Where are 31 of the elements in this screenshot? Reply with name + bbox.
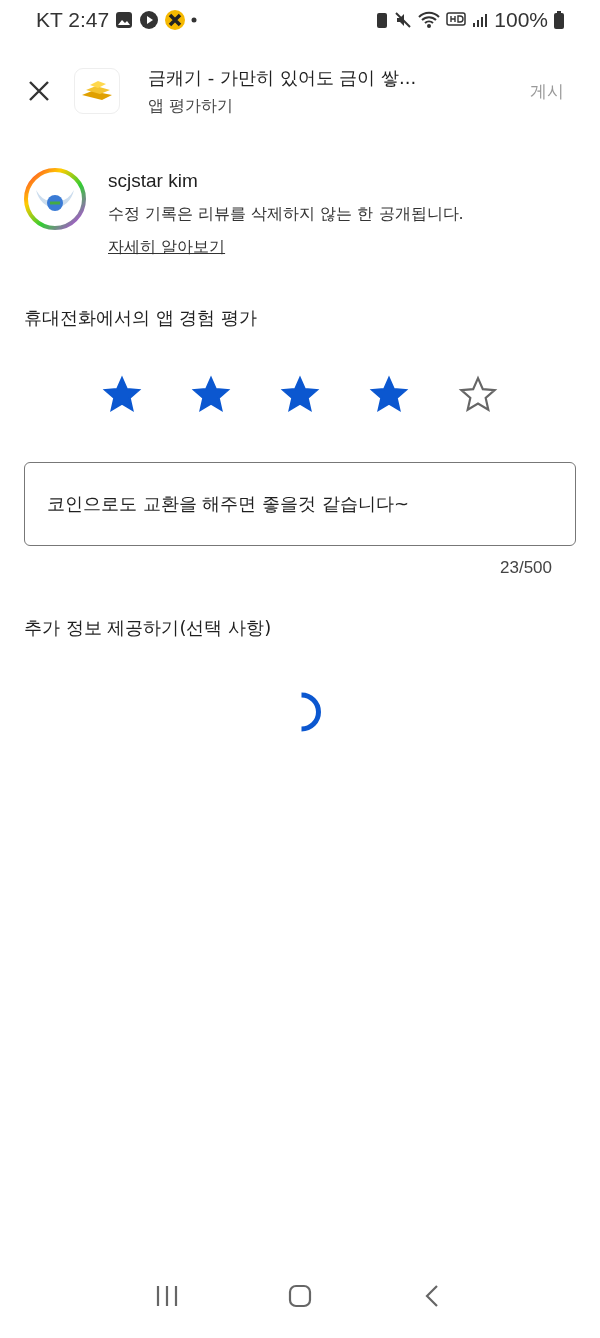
extra-info-heading: 추가 정보 제공하기(선택 사항) (23, 616, 273, 640)
page-subtitle: 앱 평가하기 (148, 95, 235, 117)
app-notification-icon (165, 10, 186, 30)
avatar (24, 168, 86, 230)
play-icon (139, 10, 160, 30)
status-time: KT 2:47 (36, 8, 110, 32)
star-icon[interactable] (280, 374, 320, 414)
battery-icon (554, 11, 564, 29)
user-name: scjstar kim (108, 170, 199, 192)
star-icon[interactable] (191, 374, 231, 414)
home-icon[interactable] (288, 1284, 312, 1308)
review-field[interactable]: 코인으로도 교환을 해주면 좋을것 같습니다~ (24, 462, 576, 546)
learn-more-link[interactable]: 자세히 알아보기 (108, 237, 226, 258)
notice-text: 수정 기록은 리뷰를 삭제하지 않는 한 공개됩니다. (108, 204, 464, 225)
ingot-stack-icon (80, 79, 114, 103)
gallery-icon (115, 11, 134, 29)
battery-saver-icon (376, 11, 389, 29)
app-title: 금캐기 - 가만히 있어도 금이 쌓... (148, 65, 418, 90)
star-icon[interactable] (369, 374, 409, 414)
dot-icon (191, 17, 198, 23)
star-icon[interactable] (102, 374, 142, 414)
wifi-icon (418, 11, 441, 29)
rating-heading: 휴대전화에서의 앱 경험 평가 (23, 306, 259, 330)
mute-icon (394, 11, 413, 29)
character-counter: 23/500 (499, 557, 553, 578)
signal-icon (472, 12, 489, 28)
star-icon[interactable] (458, 374, 498, 414)
recent-apps-icon[interactable] (154, 1284, 179, 1308)
battery-percent: 100% (494, 8, 548, 32)
hd-icon (446, 12, 467, 28)
close-icon[interactable] (28, 80, 50, 102)
